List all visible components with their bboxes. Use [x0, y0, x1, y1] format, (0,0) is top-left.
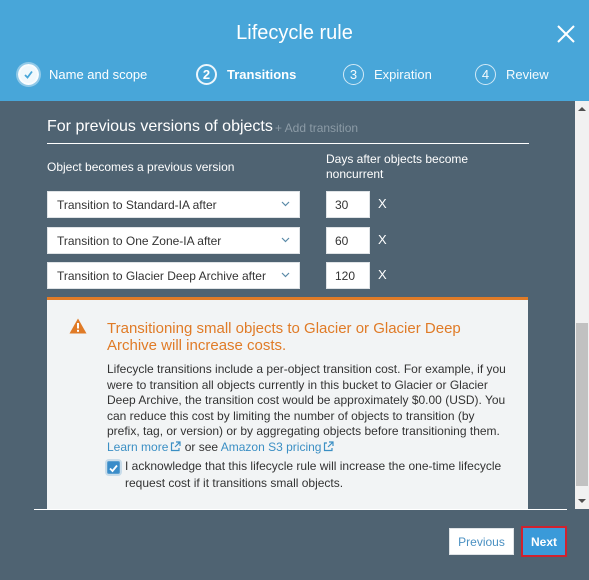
remove-transition-button[interactable]: X [378, 232, 387, 247]
storage-class-select[interactable]: Transition to One Zone-IA after [47, 227, 300, 254]
external-link-icon [324, 441, 335, 452]
scroll-content: For previous versions of objects + Add t… [0, 101, 575, 510]
acknowledge-checkbox-row[interactable]: I acknowledge that this lifecycle rule w… [107, 458, 512, 492]
days-input[interactable] [326, 262, 370, 289]
step-label: Name and scope [49, 67, 148, 82]
select-value: Transition to Glacier Deep Archive after [57, 269, 266, 283]
step-review[interactable]: 4 Review [475, 64, 549, 85]
pricing-label: Amazon S3 pricing [220, 439, 322, 454]
step-number: 3 [343, 64, 364, 85]
days-input[interactable] [326, 227, 370, 254]
learn-more-label: Learn more [107, 439, 169, 454]
divider [47, 143, 529, 144]
remove-transition-button[interactable]: X [378, 267, 387, 282]
check-icon [18, 64, 39, 85]
step-number: 4 [475, 64, 496, 85]
s3-pricing-link[interactable]: Amazon S3 pricing [221, 440, 335, 454]
storage-class-select[interactable]: Transition to Standard-IA after [47, 191, 300, 218]
warning-body: Lifecycle transitions include a per-obje… [107, 362, 509, 456]
step-label: Transitions [227, 67, 297, 82]
step-name-and-scope[interactable]: Name and scope [18, 64, 147, 85]
cost-warning-alert: Transitioning small objects to Glacier o… [47, 297, 528, 510]
wizard-steps: Name and scope 2 Transitions 3 Expiratio… [0, 64, 589, 92]
previous-button[interactable]: Previous [449, 528, 514, 555]
check-icon [109, 464, 118, 473]
scroll-up-arrow-icon[interactable] [578, 107, 586, 111]
step-number: 2 [196, 64, 217, 85]
warning-title: Transitioning small objects to Glacier o… [107, 320, 461, 354]
chevron-down-icon [281, 201, 290, 207]
warning-icon [69, 318, 87, 334]
modal-header: Lifecycle rule Name and scope 2 Transiti… [0, 0, 589, 101]
external-link-icon [171, 441, 181, 452]
acknowledge-checkbox[interactable] [107, 461, 120, 474]
modal-title: Lifecycle rule [236, 22, 353, 44]
chevron-down-icon [281, 272, 290, 278]
column-label-storage: Object becomes a previous version [47, 160, 235, 174]
step-label: Review [506, 67, 549, 82]
storage-class-select[interactable]: Transition to Glacier Deep Archive after [47, 262, 300, 289]
scroll-down-arrow-icon[interactable] [578, 499, 586, 503]
step-transitions[interactable]: 2 Transitions [196, 64, 296, 85]
vertical-scrollbar[interactable] [575, 101, 589, 509]
remove-transition-button[interactable]: X [378, 196, 387, 211]
add-transition-link[interactable]: + Add transition [275, 121, 358, 135]
or-see-text: or see [181, 439, 221, 454]
acknowledge-label: I acknowledge that this lifecycle rule w… [125, 459, 502, 490]
divider [34, 509, 567, 510]
step-label: Expiration [374, 67, 432, 82]
column-label-days: Days after objects become noncurrent [326, 152, 469, 181]
warning-text: Lifecycle transitions include a per-obje… [107, 362, 506, 439]
close-icon[interactable] [555, 23, 577, 45]
next-button[interactable]: Next [521, 526, 567, 557]
section-title: For previous versions of objects [47, 118, 273, 135]
step-expiration[interactable]: 3 Expiration [343, 64, 432, 85]
select-value: Transition to Standard-IA after [57, 198, 217, 212]
select-value: Transition to One Zone-IA after [57, 234, 222, 248]
scroll-thumb[interactable] [576, 323, 588, 486]
chevron-down-icon [281, 237, 290, 243]
learn-more-link[interactable]: Learn more [107, 440, 181, 454]
days-input[interactable] [326, 191, 370, 218]
